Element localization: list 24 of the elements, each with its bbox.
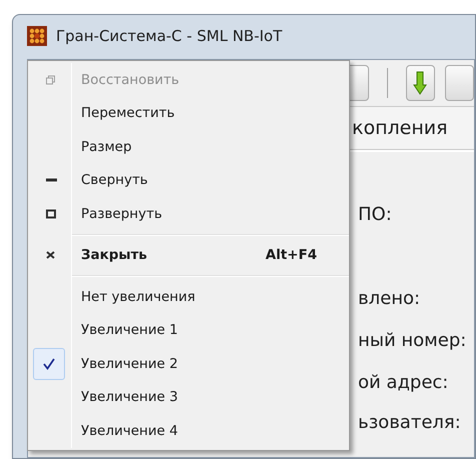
- field-label: ьзователя:: [358, 412, 461, 434]
- app-logo-icon: [27, 26, 47, 46]
- field-label: ный номер:: [358, 330, 466, 352]
- minimize-icon: [46, 178, 57, 182]
- menu-item[interactable]: Закрыть Alt+F4: [28, 238, 349, 272]
- close-icon: [46, 251, 55, 260]
- menu-item[interactable]: Нет увеличения: [28, 280, 349, 314]
- down-arrow-icon: [413, 71, 428, 95]
- menu-item[interactable]: Размер: [28, 130, 349, 164]
- field-label: влено:: [358, 288, 420, 310]
- menu-item[interactable]: Увеличение 4: [28, 414, 349, 448]
- download-button[interactable]: [406, 65, 435, 101]
- menu-item[interactable]: Увеличение 2: [28, 347, 349, 380]
- field-label: ПО:: [358, 204, 392, 226]
- menu-item[interactable]: Увеличение 3: [28, 380, 349, 414]
- menu-item[interactable]: Увеличение 1: [28, 314, 349, 347]
- maximize-icon: [46, 209, 56, 218]
- toolbar-button[interactable]: [444, 65, 474, 101]
- menu-item[interactable]: Переместить: [28, 96, 349, 130]
- field-label: ой адрес:: [358, 372, 448, 394]
- restore-icon: [46, 75, 55, 84]
- menu-item[interactable]: Свернуть: [28, 164, 349, 197]
- window-title: Гран-Система-С - SML NB-IoT: [56, 26, 282, 47]
- menu-item[interactable]: Развернуть: [28, 197, 349, 230]
